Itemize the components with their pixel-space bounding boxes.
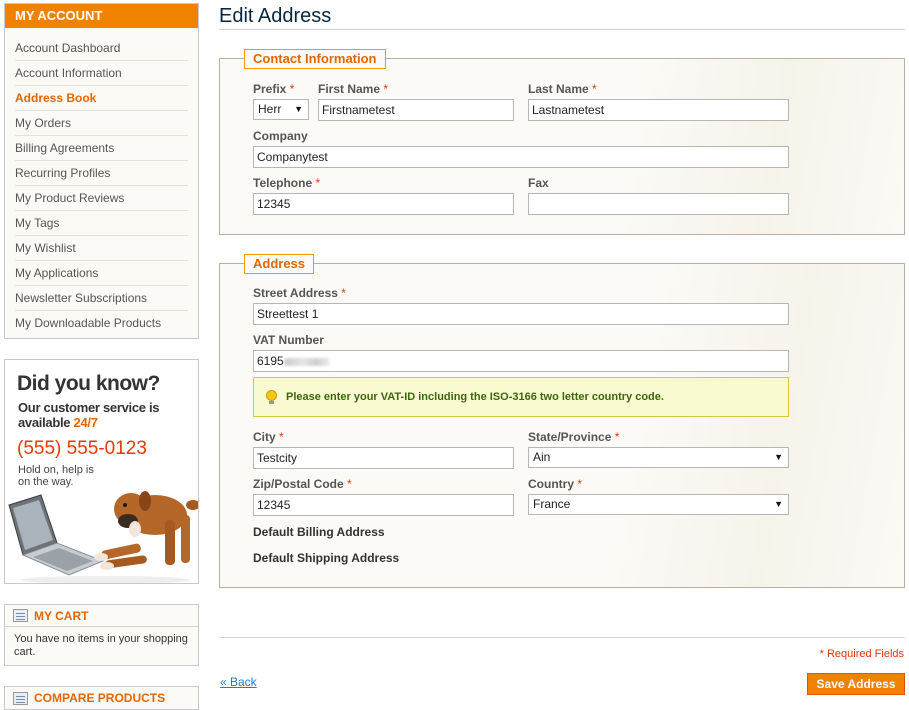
street-label: Street Address *: [253, 286, 346, 300]
default-billing-label: Default Billing Address: [253, 525, 385, 539]
state-label: State/Province *: [528, 430, 620, 444]
vat-advice-message: Please enter your VAT-ID including the I…: [253, 377, 789, 417]
account-nav-item-downloadable[interactable]: My Downloadable Products: [15, 311, 188, 336]
mini-cart-title[interactable]: My Cart: [34, 605, 88, 627]
company-label: Company: [253, 129, 308, 143]
company-field[interactable]: Companytest: [253, 146, 789, 168]
lastname-field[interactable]: Lastnametest: [528, 99, 789, 121]
zip-label: Zip/Postal Code *: [253, 477, 352, 491]
account-nav-title: My Account: [5, 4, 198, 28]
contact-information-legend: Contact Information: [244, 49, 386, 69]
lastname-label: Last Name *: [528, 82, 597, 96]
banner-headline: Did you know?: [17, 372, 160, 395]
account-nav-list: Account Dashboard Account Information Ad…: [5, 28, 198, 338]
city-field[interactable]: Testcity: [253, 447, 514, 469]
account-nav-item-product-reviews[interactable]: My Product Reviews: [15, 186, 188, 211]
country-select[interactable]: France ▼: [528, 494, 789, 515]
account-nav-item-tags[interactable]: My Tags: [15, 211, 188, 236]
street-field[interactable]: Streettest 1: [253, 303, 789, 325]
telephone-label: Telephone *: [253, 176, 321, 190]
vat-advice-text: Please enter your VAT-ID including the I…: [286, 391, 664, 403]
account-nav-item-recurring-profiles[interactable]: Recurring Profiles: [15, 161, 188, 186]
main-content: Edit Address Contact Information Prefix …: [219, 0, 905, 588]
fax-label: Fax: [528, 176, 549, 190]
dog-laptop-illustration: [8, 491, 198, 583]
default-shipping-label: Default Shipping Address: [253, 551, 400, 565]
customer-service-banner[interactable]: Did you know? Our customer service is av…: [4, 359, 199, 584]
sidebar: My Account Account Dashboard Account Inf…: [4, 3, 199, 710]
mini-cart-empty-text: You have no items in your shopping cart.: [14, 633, 188, 658]
city-label: City *: [253, 430, 284, 444]
zip-field[interactable]: 12345: [253, 494, 514, 516]
prefix-label: Prefix *: [253, 82, 295, 96]
telephone-field[interactable]: 12345: [253, 193, 514, 215]
banner-phone: (555) 555-0123: [17, 438, 147, 459]
lightbulb-icon: [265, 389, 278, 405]
dropdown-arrow-icon: ▼: [774, 452, 783, 462]
account-nav-item-account-information[interactable]: Account Information: [15, 61, 188, 86]
vat-value: 6195: [257, 354, 284, 368]
mini-cart: My Cart You have no items in your shoppi…: [4, 604, 199, 666]
compare-icon: [13, 691, 28, 705]
banner-text: Our customer service is available 24/7: [18, 400, 178, 430]
vat-field[interactable]: 6195: [253, 350, 789, 372]
dropdown-arrow-icon: ▼: [774, 499, 783, 509]
contact-information-fieldset: Contact Information Prefix * Herr ▼ First…: [219, 49, 905, 235]
account-nav-item-orders[interactable]: My Orders: [15, 111, 188, 136]
account-nav-item-newsletter[interactable]: Newsletter Subscriptions: [15, 286, 188, 311]
dropdown-arrow-icon: ▼: [294, 104, 303, 114]
address-legend: Address: [244, 254, 315, 274]
prefix-select[interactable]: Herr ▼: [253, 99, 309, 120]
vat-label: VAT Number: [253, 333, 324, 347]
account-nav-item-applications[interactable]: My Applications: [15, 261, 188, 286]
back-link[interactable]: « Back: [220, 675, 257, 689]
account-nav-item-billing-agreements[interactable]: Billing Agreements: [15, 136, 188, 161]
page-title: Edit Address: [219, 0, 905, 30]
account-nav: My Account Account Dashboard Account Inf…: [4, 3, 199, 339]
banner-highlight: 24/7: [73, 415, 98, 430]
redacted-value: [283, 357, 330, 366]
save-address-button[interactable]: Save Address: [807, 673, 905, 695]
firstname-label: First Name *: [318, 82, 389, 96]
country-label: Country *: [528, 477, 583, 491]
fax-field[interactable]: [528, 193, 789, 215]
compare-products-title[interactable]: Compare Products: [34, 687, 165, 709]
buttons-divider: [219, 637, 905, 638]
cart-icon: [13, 609, 28, 622]
firstname-field[interactable]: Firstnametest: [318, 99, 514, 121]
account-nav-item-address-book: Address Book: [15, 86, 188, 111]
address-fieldset: Address Street Address * Streettest 1 VA…: [219, 254, 905, 588]
account-nav-item-wishlist[interactable]: My Wishlist: [15, 236, 188, 261]
account-nav-item-dashboard[interactable]: Account Dashboard: [15, 36, 188, 61]
compare-products: Compare Products: [4, 686, 199, 710]
state-select[interactable]: Ain ▼: [528, 447, 789, 468]
required-fields-note: * Required Fields: [819, 648, 904, 660]
